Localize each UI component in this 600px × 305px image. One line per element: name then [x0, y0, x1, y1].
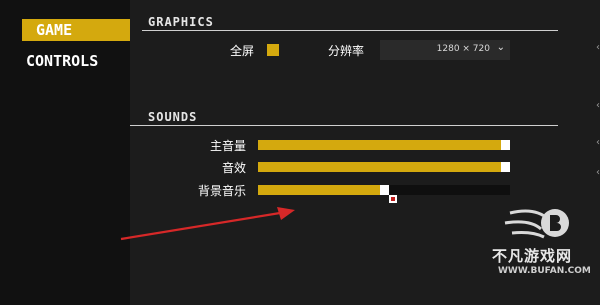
music-volume-slider[interactable] — [258, 185, 510, 195]
sfx-volume-label: 音效 — [221, 161, 246, 175]
watermark-text: 不凡游戏网 — [492, 247, 573, 265]
slider-thumb[interactable] — [501, 140, 510, 150]
fullscreen-checkbox[interactable] — [267, 44, 279, 56]
edge-marker-icon: ‹ — [596, 167, 600, 178]
slider-fill — [258, 140, 506, 150]
resolution-select[interactable]: 1280 × 720 ⌄ — [380, 40, 510, 60]
edge-marker-icon: ‹ — [596, 42, 600, 53]
slider-fill — [258, 162, 506, 172]
graphics-divider — [142, 30, 558, 31]
music-volume-label: 背景音乐 — [197, 184, 246, 198]
watermark-url: WWW.BUFAN.COM — [498, 266, 591, 276]
mouse-cursor-icon — [389, 195, 397, 203]
nav-controls[interactable]: CONTROLS — [22, 50, 130, 72]
slider-thumb[interactable] — [380, 185, 389, 195]
sounds-section-title: SOUNDS — [148, 110, 198, 124]
graphics-section-title: GRAPHICS — [148, 15, 214, 29]
nav-game[interactable]: GAME — [22, 19, 130, 41]
fullscreen-label: 全屏 — [229, 44, 254, 58]
slider-fill — [258, 185, 385, 195]
resolution-label: 分辨率 — [327, 44, 364, 58]
edge-marker-icon: ‹ — [596, 100, 600, 111]
master-volume-slider[interactable] — [258, 140, 510, 150]
master-volume-label: 主音量 — [209, 139, 246, 153]
resolution-value: 1280 × 720 — [436, 44, 490, 54]
sounds-divider — [130, 125, 558, 126]
annotation-arrow-icon — [120, 207, 295, 241]
slider-thumb[interactable] — [501, 162, 510, 172]
sidebar: GAME CONTROLS — [0, 0, 130, 305]
sfx-volume-slider[interactable] — [258, 162, 510, 172]
chevron-down-icon: ⌄ — [496, 42, 505, 53]
edge-marker-icon: ‹ — [596, 137, 600, 148]
